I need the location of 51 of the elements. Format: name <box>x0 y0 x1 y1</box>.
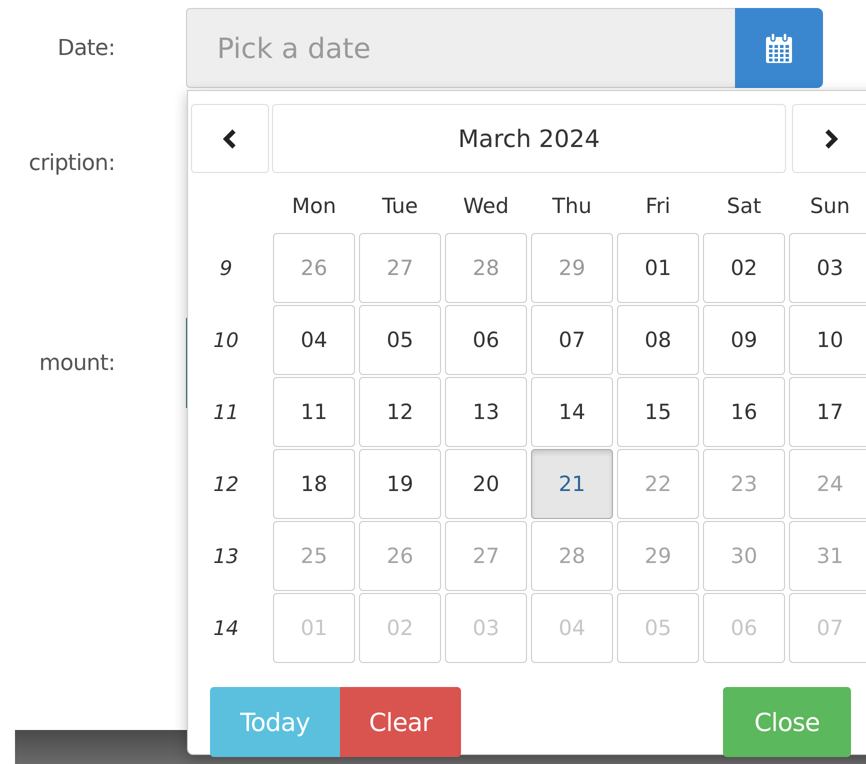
day-cell[interactable]: 20 <box>445 449 527 519</box>
week-number: 14 <box>212 615 240 642</box>
day-cell[interactable]: 18 <box>273 449 355 519</box>
day-cell[interactable]: 08 <box>617 305 699 375</box>
week-number: 12 <box>212 471 240 498</box>
day-cell[interactable]: 03 <box>789 233 866 303</box>
day-cell[interactable]: 21 <box>531 449 613 519</box>
field-label: cription: <box>28 150 115 176</box>
today-button[interactable]: Today <box>210 687 340 757</box>
week-number: 10 <box>212 327 240 354</box>
calendar-button[interactable] <box>735 8 823 88</box>
calendar-icon <box>764 32 794 64</box>
weekday-header: Sat <box>726 193 762 220</box>
weekday-header: Mon <box>290 193 338 220</box>
date-field[interactable]: Pick a date <box>186 8 735 88</box>
week-number: 13 <box>212 543 240 570</box>
week-number: 11 <box>212 399 240 426</box>
weekday-header: Fri <box>644 193 672 220</box>
chevron-left-icon <box>223 128 237 148</box>
day-cell[interactable]: 12 <box>359 377 441 447</box>
day-cell[interactable]: 06 <box>445 305 527 375</box>
day-cell[interactable]: 04 <box>273 305 355 375</box>
weekday-header: Wed <box>462 193 510 220</box>
chevron-right-icon <box>824 128 838 148</box>
day-cell[interactable]: 11 <box>273 377 355 447</box>
day-cell[interactable]: 09 <box>703 305 785 375</box>
day-cell[interactable]: 19 <box>359 449 441 519</box>
month-title-button[interactable]: March 2024 <box>272 104 786 173</box>
next-month-button[interactable] <box>792 104 866 173</box>
close-button[interactable]: Close <box>723 687 851 757</box>
day-cell[interactable]: 14 <box>531 377 613 447</box>
field-label: mount: <box>38 350 115 376</box>
day-cell[interactable]: 16 <box>703 377 785 447</box>
weekday-header: Tue <box>381 193 419 220</box>
weekday-header: Sun <box>809 193 851 220</box>
day-cell[interactable]: 29 <box>531 233 613 303</box>
day-cell[interactable]: 05 <box>359 305 441 375</box>
day-cell[interactable]: 26 <box>273 233 355 303</box>
week-number: 9 <box>218 255 234 282</box>
day-cell[interactable]: 15 <box>617 377 699 447</box>
day-cell[interactable]: 01 <box>617 233 699 303</box>
field-label: Date: <box>56 36 115 60</box>
day-cell[interactable]: 13 <box>445 377 527 447</box>
clear-button[interactable]: Clear <box>340 687 461 757</box>
day-cell[interactable]: 10 <box>789 305 866 375</box>
day-cell[interactable]: 27 <box>359 233 441 303</box>
day-cell[interactable]: 07 <box>531 305 613 375</box>
day-cell[interactable]: 02 <box>703 233 785 303</box>
weekday-header: Thu <box>551 193 593 220</box>
day-cell[interactable]: 17 <box>789 377 866 447</box>
day-cell[interactable]: 28 <box>445 233 527 303</box>
